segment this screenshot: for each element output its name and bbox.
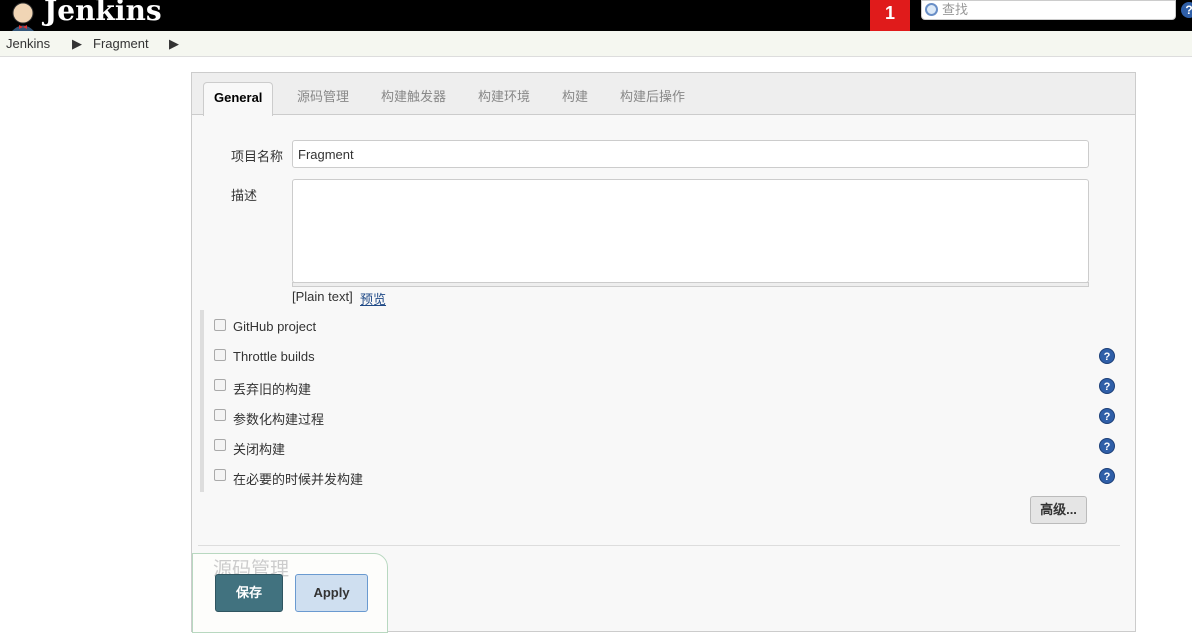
tab-build-env[interactable]: 构建环境 (478, 82, 530, 115)
checkbox[interactable] (214, 469, 226, 481)
options-group-bar (200, 310, 204, 492)
plain-text-label: [Plain text] (292, 289, 353, 304)
description-textarea[interactable] (292, 179, 1089, 283)
config-panel: General 源码管理 构建触发器 构建环境 构建 构建后操作 项目名称 Fr… (191, 72, 1136, 633)
help-icon[interactable]: ? (1099, 378, 1115, 394)
textarea-resize-handle[interactable] (292, 282, 1089, 287)
help-icon[interactable]: ? (1181, 2, 1192, 18)
tab-build[interactable]: 构建 (562, 82, 588, 115)
help-icon[interactable]: ? (1099, 348, 1115, 364)
checkbox[interactable] (214, 379, 226, 391)
apply-button[interactable]: Apply (295, 574, 368, 612)
advanced-button[interactable]: 高级... (1030, 496, 1087, 524)
checkbox[interactable] (214, 319, 226, 331)
tab-bar: General 源码管理 构建触发器 构建环境 构建 构建后操作 (192, 73, 1135, 116)
checkbox[interactable] (214, 349, 226, 361)
tab-general[interactable]: General (203, 82, 274, 116)
name-label: 项目名称 (231, 149, 284, 164)
divider (198, 545, 1120, 546)
tab-triggers[interactable]: 构建触发器 (381, 82, 446, 115)
help-icon[interactable]: ? (1099, 408, 1115, 424)
breadcrumb-jenkins[interactable]: Jenkins (6, 31, 50, 57)
save-button[interactable]: 保存 (215, 574, 283, 612)
checkbox[interactable] (214, 439, 226, 451)
tab-post-build[interactable]: 构建后操作 (620, 82, 685, 115)
notification-badge[interactable]: 1 (870, 0, 910, 31)
header: Jenkins 1 查找 ? (0, 0, 1192, 31)
chevron-right-icon[interactable]: ▶ (72, 31, 82, 57)
checkbox[interactable] (214, 409, 226, 421)
search-input[interactable]: 查找 (921, 0, 1176, 20)
brand-title[interactable]: Jenkins (44, 0, 162, 27)
breadcrumb: Jenkins ▶ Fragment ▶ (0, 31, 1192, 57)
breadcrumb-fragment[interactable]: Fragment (93, 31, 149, 57)
tab-scm[interactable]: 源码管理 (297, 82, 349, 115)
search-placeholder: 查找 (942, 2, 969, 17)
preview-link[interactable]: 预览 (360, 289, 386, 308)
search-icon (925, 3, 938, 16)
chevron-right-icon[interactable]: ▶ (169, 31, 179, 57)
help-icon[interactable]: ? (1099, 468, 1115, 484)
jenkins-logo-icon[interactable] (6, 0, 40, 31)
description-label: 描述 (231, 188, 258, 203)
project-name-input[interactable]: Fragment (292, 140, 1089, 168)
help-icon[interactable]: ? (1099, 438, 1115, 454)
